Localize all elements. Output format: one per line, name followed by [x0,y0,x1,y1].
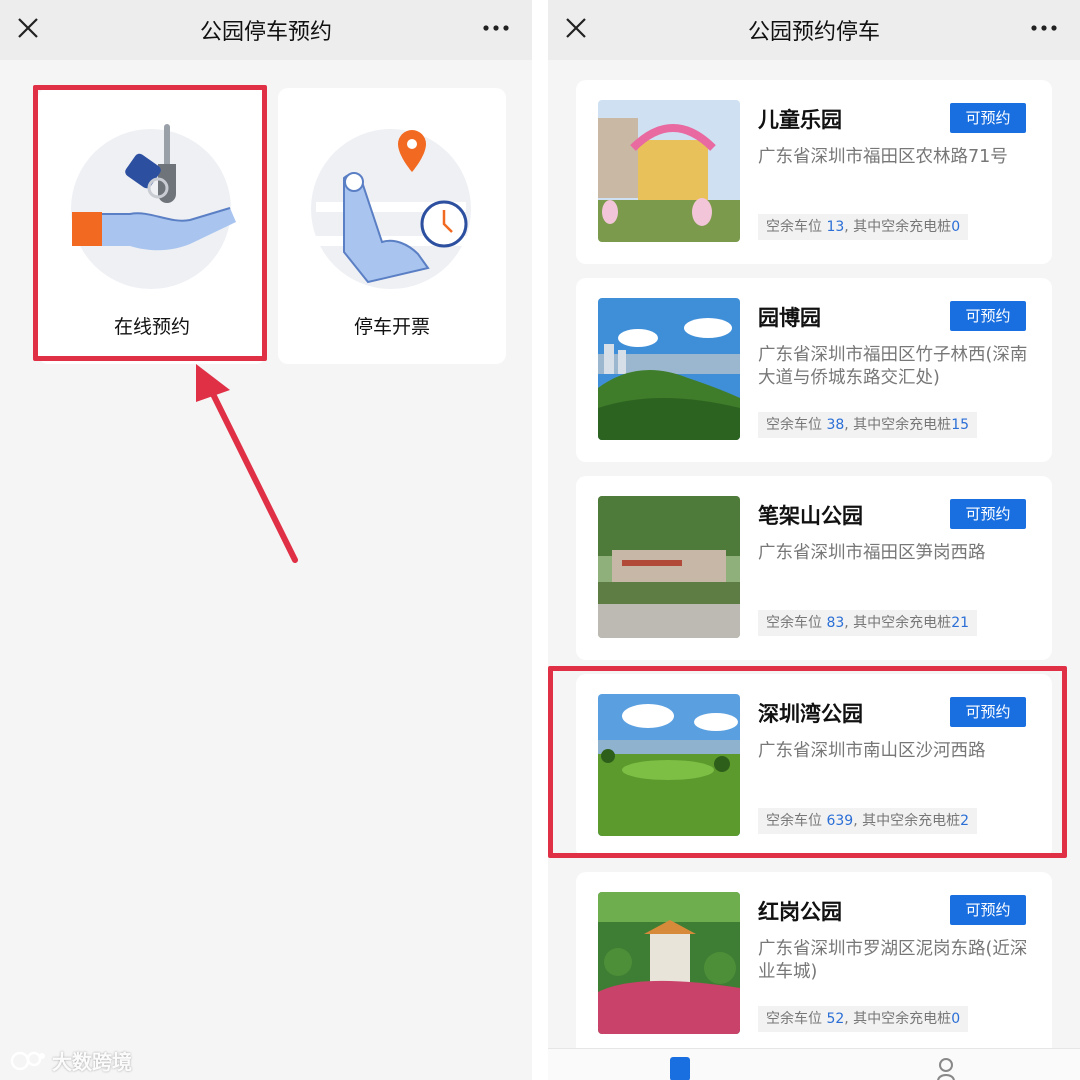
annotation-arrow [196,364,298,563]
close-icon[interactable] [562,14,590,42]
park-card[interactable]: 笔架山公园 可预约 广东省深圳市福田区笋岗西路 空余车位 83, 其中空余充电桩… [576,476,1052,660]
left-screen: 公园停车预约 在线预约 停车开票 [0,0,532,1080]
chargers-count: 21 [951,615,970,631]
park-name: 儿童乐园 [758,108,842,132]
user-tab-icon[interactable] [934,1057,958,1080]
park-photo [598,892,740,1034]
park-card[interactable]: 园博园 可预约 广东省深圳市福田区竹子林西(深南大道与侨城东路交汇处) 空余车位… [576,278,1052,462]
availability-stat: 空余车位 13, 其中空余充电桩0 [758,214,969,240]
park-name: 笔架山公园 [758,504,863,528]
park-address: 广东省深圳市福田区竹子林西(深南大道与侨城东路交汇处) [758,345,1028,388]
stat-label: 空余车位 [766,813,822,829]
park-name: 园博园 [758,306,821,330]
park-card[interactable]: 深圳湾公园 可预约 广东省深圳市南山区沙河西路 空余车位 639, 其中空余充电… [576,674,1052,858]
stat-mid: , 其中空余充电桩 [853,813,961,829]
park-name: 深圳湾公园 [758,702,863,726]
chargers-count: 0 [951,219,961,235]
watermark-text: 大数跨境 [52,1050,132,1074]
availability-stat: 空余车位 38, 其中空余充电桩15 [758,412,978,438]
park-address: 广东省深圳市福田区笋岗西路 [758,543,986,563]
list-tab-icon[interactable] [668,1057,692,1080]
top-bar: 公园预约停车 [548,0,1080,60]
reservable-badge[interactable]: 可预约 [950,895,1026,925]
watermark: 大数跨境 [10,1046,132,1075]
chargers-count: 15 [951,417,970,433]
reservable-badge[interactable]: 可预约 [950,697,1026,727]
chargers-count: 0 [951,1011,961,1027]
spaces-count: 83 [826,615,845,631]
stat-mid: , 其中空余充电桩 [844,1011,952,1027]
composite-screenshot: 公园停车预约 在线预约 停车开票 公园预约停车 儿童乐园 可预约 广东省深圳市福… [0,0,1080,1080]
park-photo [598,100,740,242]
spaces-count: 13 [826,219,845,235]
availability-stat: 空余车位 52, 其中空余充电桩0 [758,1006,969,1032]
park-photo [598,496,740,638]
park-address: 广东省深圳市罗湖区泥岗东路(近深业车城) [758,939,1028,982]
park-card[interactable]: 红岗公园 可预约 广东省深圳市罗湖区泥岗东路(近深业车城) 空余车位 52, 其… [576,872,1052,1056]
bottom-nav [548,1048,1080,1080]
page-title: 公园预约停车 [747,20,880,45]
stat-label: 空余车位 [766,417,822,433]
availability-stat: 空余车位 83, 其中空余充电桩21 [758,610,978,636]
reservable-badge[interactable]: 可预约 [950,499,1026,529]
availability-stat: 空余车位 639, 其中空余充电桩2 [758,808,978,834]
spaces-count: 52 [826,1011,845,1027]
park-photo [598,694,740,836]
park-address: 广东省深圳市南山区沙河西路 [758,741,986,761]
stat-mid: , 其中空余充电桩 [844,615,952,631]
more-icon[interactable] [1030,20,1058,36]
watermark-logo-icon [10,1051,45,1070]
park-photo [598,298,740,440]
stat-mid: , 其中空余充电桩 [844,417,952,433]
reservable-badge[interactable]: 可预约 [950,103,1026,133]
stat-label: 空余车位 [766,219,822,235]
reservable-badge[interactable]: 可预约 [950,301,1026,331]
right-screen: 公园预约停车 儿童乐园 可预约 广东省深圳市福田区农林路71号 空余车位 13,… [548,0,1080,1080]
stat-mid: , 其中空余充电桩 [844,219,952,235]
spaces-count: 639 [826,813,854,829]
chargers-count: 2 [960,813,970,829]
stat-label: 空余车位 [766,615,822,631]
park-address: 广东省深圳市福田区农林路71号 [758,147,1008,167]
stat-label: 空余车位 [766,1011,822,1027]
park-card[interactable]: 儿童乐园 可预约 广东省深圳市福田区农林路71号 空余车位 13, 其中空余充电… [576,80,1052,264]
park-name: 红岗公园 [758,900,842,924]
spaces-count: 38 [826,417,845,433]
